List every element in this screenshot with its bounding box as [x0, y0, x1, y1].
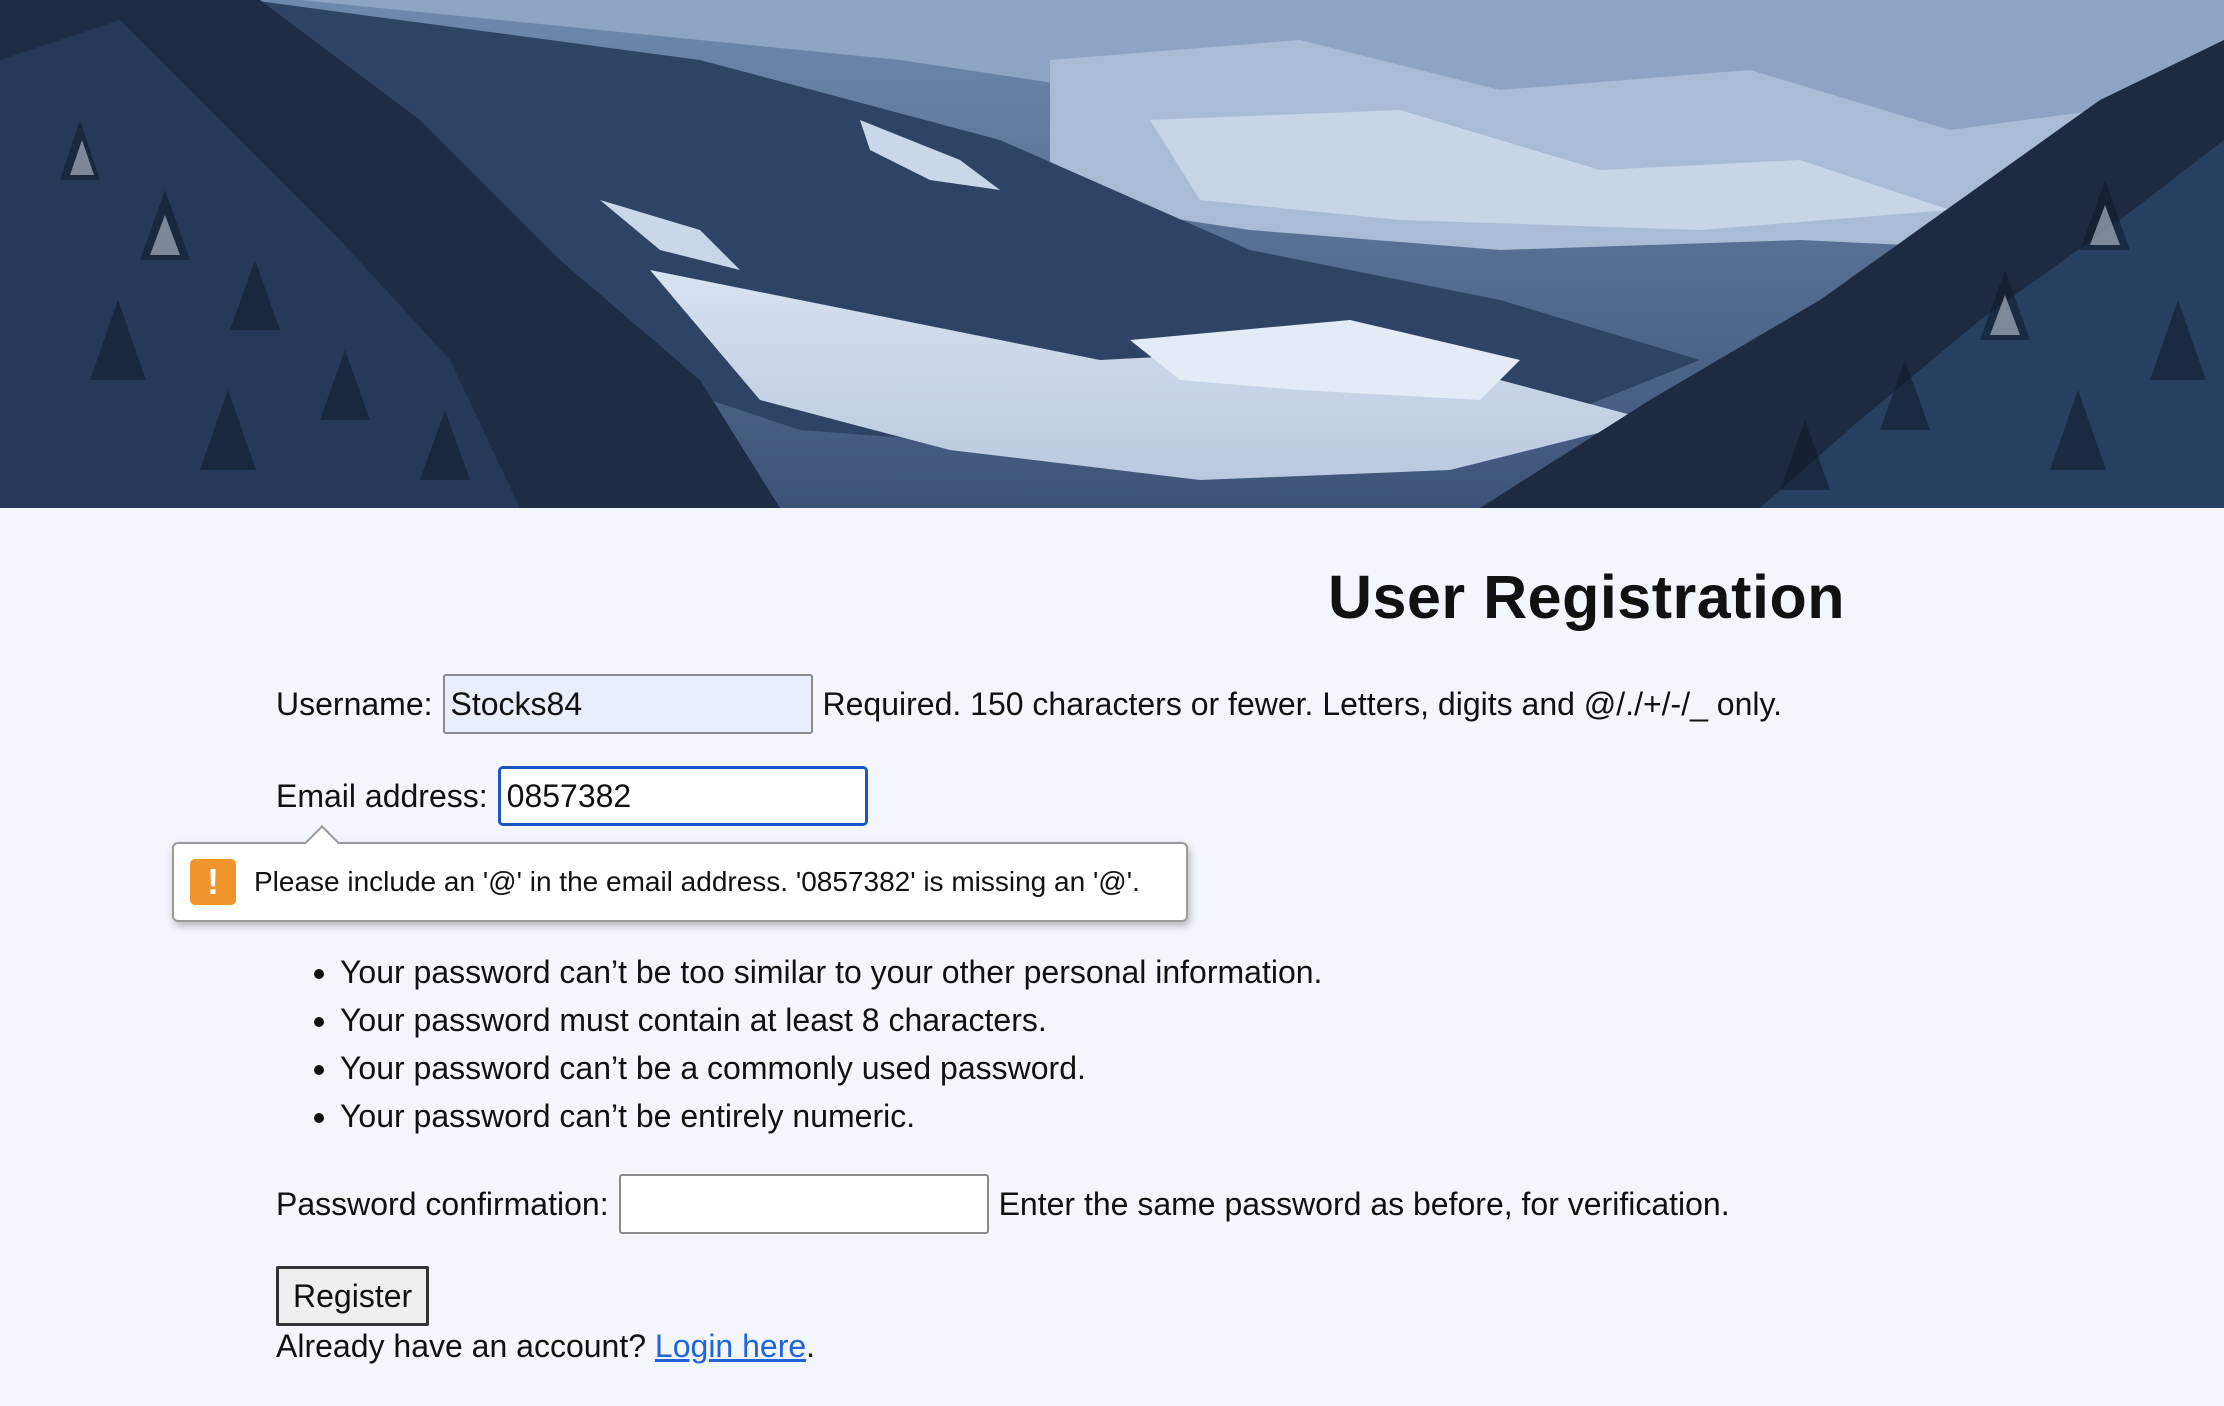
username-help-text: Required. 150 characters or fewer. Lette…: [822, 685, 1782, 722]
hero-banner: [0, 0, 2224, 508]
exclamation-warning-icon: !: [190, 859, 236, 905]
list-item: Your password can’t be too similar to yo…: [340, 948, 1322, 996]
validation-message: Please include an '@' in the email addre…: [254, 866, 1140, 897]
mountain-landscape-image: [0, 0, 2224, 508]
email-label: Email address:: [276, 777, 488, 814]
list-item: Your password can’t be a commonly used p…: [340, 1044, 1322, 1092]
login-suffix: .: [806, 1328, 816, 1364]
registration-section: User Registration Username: Required. 15…: [0, 508, 2224, 1406]
login-link[interactable]: Login here: [655, 1328, 806, 1364]
register-button[interactable]: Register: [276, 1266, 430, 1326]
password-confirm-row: Password confirmation: Enter the same pa…: [276, 1174, 1730, 1234]
username-input[interactable]: [442, 674, 813, 734]
password-confirm-help-text: Enter the same password as before, for v…: [998, 1185, 1730, 1222]
list-item: Your password can’t be entirely numeric.: [340, 1092, 1322, 1140]
page-title: User Registration: [1328, 563, 1845, 631]
email-input[interactable]: [497, 766, 868, 826]
username-label: Username:: [276, 685, 433, 722]
password-rules-list: Your password can’t be too similar to yo…: [276, 948, 1322, 1140]
password-confirm-input[interactable]: [618, 1174, 989, 1234]
list-item: Your password must contain at least 8 ch…: [340, 996, 1322, 1044]
email-row: Email address:: [276, 766, 868, 826]
login-prompt: Already have an account? Login here.: [276, 1328, 815, 1365]
username-row: Username: Required. 150 characters or fe…: [276, 674, 1782, 734]
password-confirm-label: Password confirmation:: [276, 1185, 609, 1222]
login-prompt-text: Already have an account?: [276, 1328, 647, 1364]
